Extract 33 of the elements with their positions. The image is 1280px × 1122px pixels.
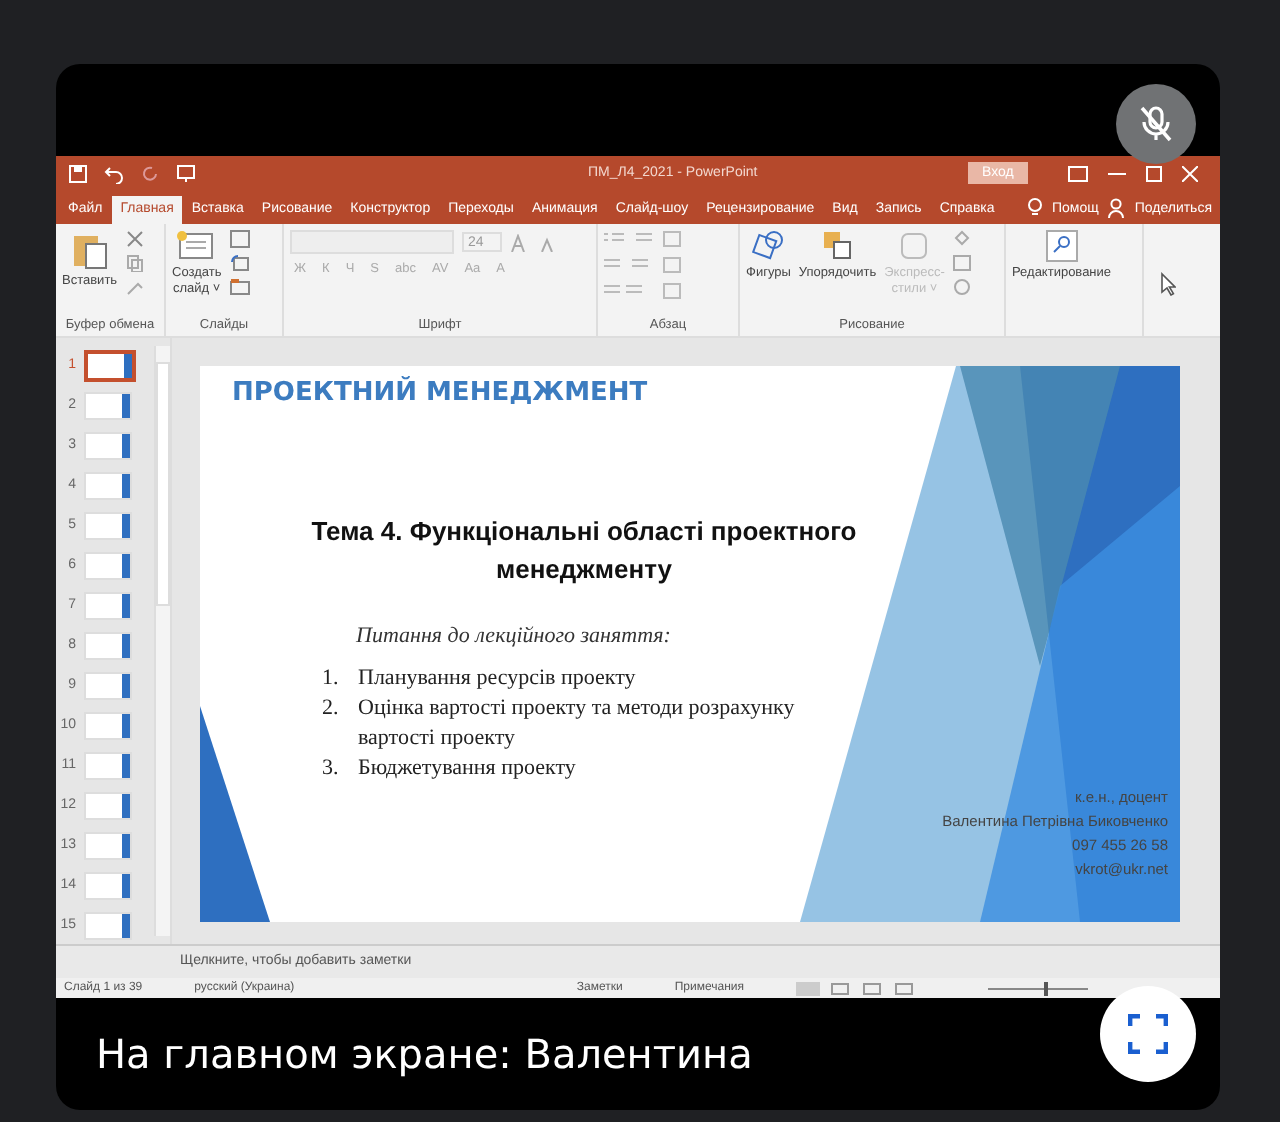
- reset-icon[interactable]: [229, 254, 250, 272]
- shapes-icon[interactable]: [752, 230, 785, 262]
- scrollbar[interactable]: [154, 346, 170, 936]
- undo-icon[interactable]: [104, 163, 124, 183]
- layout-icon[interactable]: [229, 230, 250, 248]
- list-number: 1.: [322, 664, 341, 694]
- list-item: Бюджетування проекту: [358, 754, 578, 784]
- list-number: 2.: [322, 694, 341, 724]
- arrange-icon[interactable]: [821, 230, 854, 262]
- slide-thumbnail[interactable]: [84, 349, 136, 381]
- search-icon[interactable]: [1045, 230, 1078, 262]
- slide-header: ПРОЕКТНИЙ МЕНЕДЖМЕНТ: [232, 378, 648, 408]
- mouse-pointer-icon: [1160, 272, 1176, 296]
- slide-title: Тема 4. Функціональні області проектного менеджменту: [309, 514, 859, 588]
- save-icon[interactable]: [68, 163, 88, 183]
- list-item: Оцінка вартості проекту та методи розрахунку вартості проекту: [358, 694, 797, 754]
- presenter-caption: На главном экране: Валентина: [96, 1030, 753, 1078]
- maximize-icon[interactable]: [1145, 165, 1162, 181]
- list-number: 3.: [322, 754, 341, 784]
- scissors-icon[interactable]: [125, 230, 144, 248]
- paste-icon[interactable]: [71, 230, 108, 270]
- fullscreen-icon: [1128, 1014, 1168, 1054]
- slideshow-icon[interactable]: [176, 163, 196, 183]
- section-icon[interactable]: [229, 278, 250, 296]
- microphone-muted-icon: [1116, 84, 1196, 164]
- new-slide-icon[interactable]: [176, 230, 217, 262]
- ribbon-display-icon[interactable]: [1067, 165, 1088, 181]
- close-icon[interactable]: [1181, 165, 1198, 181]
- person-icon[interactable]: [1108, 197, 1125, 217]
- lightbulb-icon[interactable]: [1027, 197, 1042, 217]
- fullscreen-button[interactable]: [1100, 986, 1196, 1082]
- slide-subtitle: Питання до лекційного заняття:: [356, 624, 673, 648]
- list-item: Планування ресурсів проекту: [358, 664, 638, 694]
